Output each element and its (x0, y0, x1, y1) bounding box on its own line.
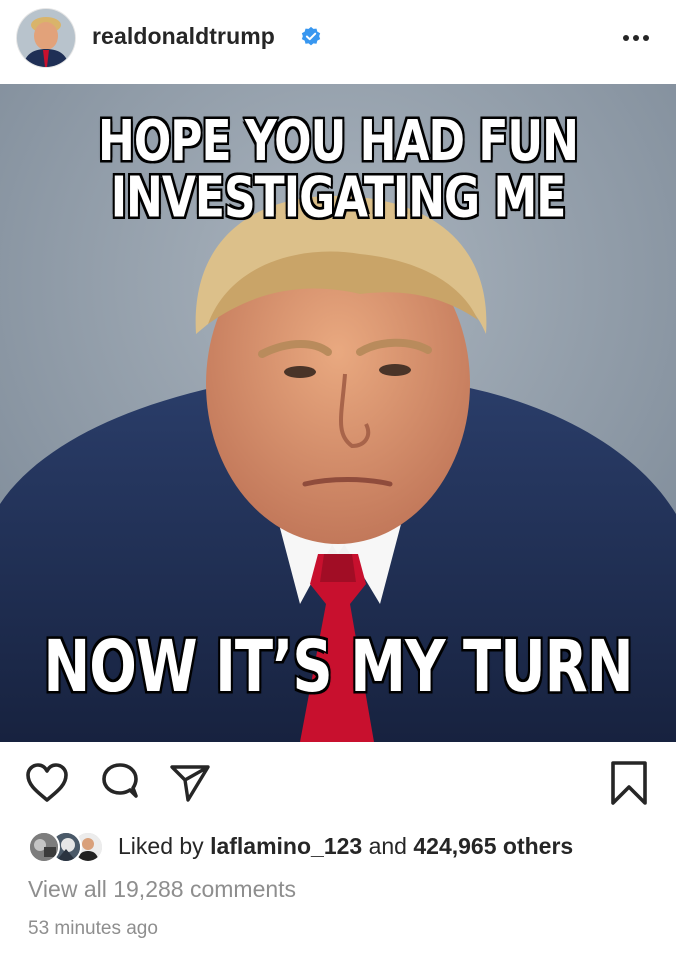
verified-badge-icon (301, 26, 321, 46)
post-header: realdonaldtrump (0, 0, 676, 84)
meme-bottom-text: NOW IT’S MY TURN (42, 625, 635, 709)
view-all-comments-link[interactable]: View all 19,288 comments (28, 876, 296, 903)
liker-avatar[interactable] (28, 831, 60, 863)
meme-top-text: HOPE YOU HAD FUN INVESTIGATING ME (0, 108, 676, 231)
more-options-icon[interactable] (618, 20, 654, 56)
first-liker-link[interactable]: laflamino_123 (210, 833, 362, 859)
likes-prefix: Liked by (118, 833, 204, 859)
heart-icon[interactable] (24, 762, 70, 804)
avatar[interactable] (17, 9, 75, 67)
comment-icon[interactable] (99, 762, 141, 804)
meme-top-line-2: INVESTIGATING ME (109, 165, 567, 231)
profile-photo-icon (17, 9, 75, 67)
post-image[interactable]: HOPE YOU HAD FUN INVESTIGATING ME NOW IT… (0, 84, 676, 742)
likes-row: Liked by laflamino_123 and 424,965 other… (0, 824, 676, 868)
likes-connector: and (368, 833, 407, 859)
likes-count-link[interactable]: 424,965 others (413, 833, 573, 859)
action-bar (0, 742, 676, 824)
meme-top-line-1: HOPE YOU HAD FUN (97, 108, 580, 175)
bookmark-icon[interactable] (607, 760, 651, 806)
liker-photo-icon (30, 833, 58, 861)
post-timestamp: 53 minutes ago (28, 918, 158, 939)
paper-plane-icon[interactable] (168, 762, 212, 804)
likes-summary: Liked by laflamino_123 and 424,965 other… (118, 833, 573, 860)
username-link[interactable]: realdonaldtrump (92, 23, 275, 50)
